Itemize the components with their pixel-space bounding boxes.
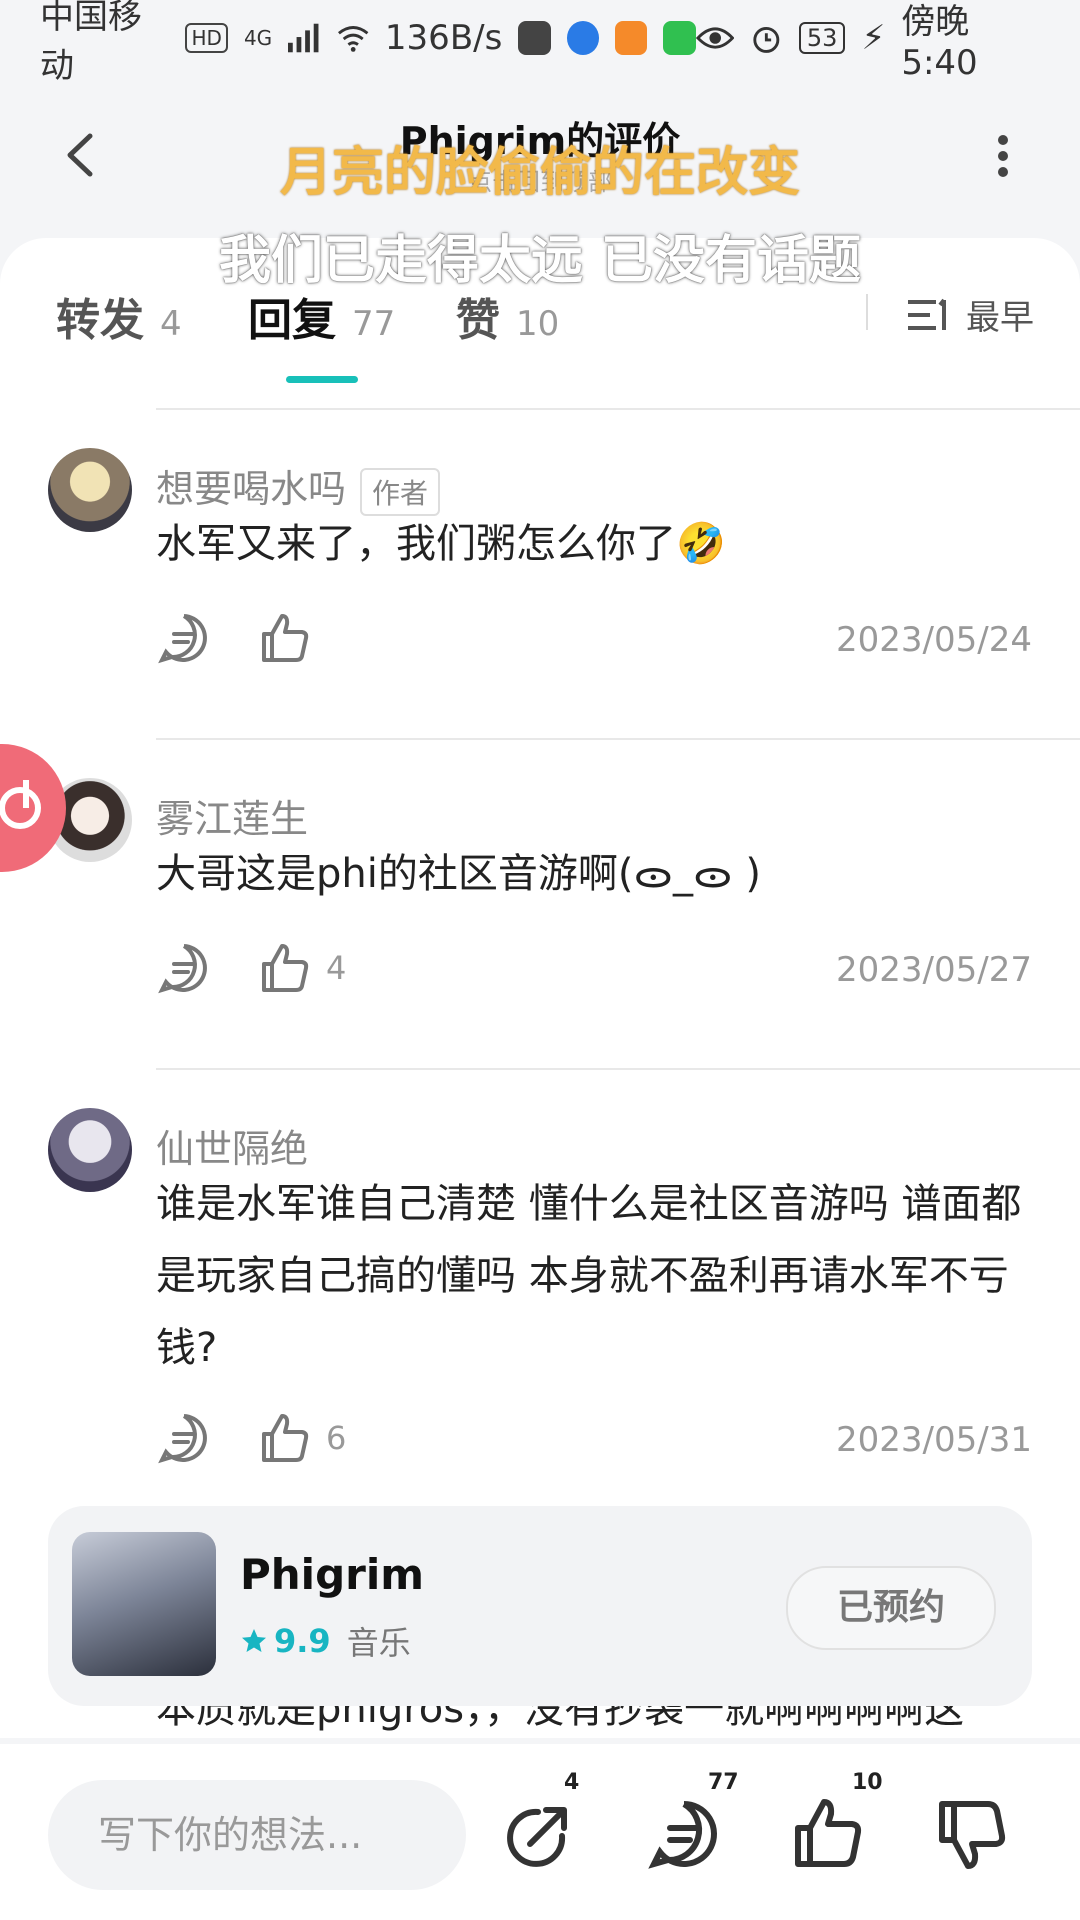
tab-replies[interactable]: 回复 77 bbox=[248, 284, 395, 348]
sort-label: 最早 bbox=[966, 298, 1034, 338]
reply-button[interactable] bbox=[156, 940, 212, 996]
thumbs-up-icon bbox=[262, 944, 309, 992]
comment-date: 2023/05/27 bbox=[836, 950, 1032, 990]
rating-value: 9.9 bbox=[274, 1622, 331, 1660]
comment-actions: 6 bbox=[156, 1408, 390, 1468]
game-rating: 9.9 bbox=[240, 1622, 331, 1660]
thumbs-up-icon bbox=[262, 1414, 309, 1462]
reply-bubble-icon bbox=[158, 1414, 207, 1464]
tab-label: 赞 bbox=[456, 295, 500, 346]
like-total-button[interactable]: 10 bbox=[788, 1770, 883, 1874]
browser-icon bbox=[566, 21, 600, 55]
comment-text: 大哥这是phi的社区音游啊(ᯣ_ᯣ ) bbox=[156, 851, 761, 897]
avatar[interactable] bbox=[48, 1108, 132, 1192]
like-total-count: 10 bbox=[852, 1770, 883, 1795]
signal-icon bbox=[288, 23, 319, 53]
comment-username[interactable]: 仙世隔绝 bbox=[156, 1118, 308, 1173]
active-tab-indicator bbox=[286, 376, 358, 383]
wifi-icon bbox=[337, 26, 368, 52]
tab-count: 10 bbox=[516, 304, 560, 344]
dislike-button[interactable] bbox=[932, 1794, 1012, 1874]
music-widget-icon bbox=[0, 780, 41, 829]
tab-count: 77 bbox=[352, 304, 396, 344]
comment-date: 2023/05/24 bbox=[836, 620, 1032, 660]
like-button[interactable]: 6 bbox=[256, 1410, 346, 1466]
divider bbox=[156, 408, 1080, 410]
reply-bubble-icon bbox=[158, 614, 207, 664]
battery-indicator: 53 bbox=[798, 22, 846, 54]
game-info-card[interactable]: Phigrim 9.9 音乐 已预约 bbox=[48, 1506, 1032, 1706]
reply-button[interactable] bbox=[156, 1410, 212, 1466]
comment-button[interactable]: 77 bbox=[644, 1770, 739, 1874]
net-speed-label: 136B/s bbox=[384, 18, 503, 58]
sort-divider bbox=[866, 294, 868, 330]
reply-bubble-icon bbox=[158, 944, 207, 994]
like-button[interactable]: 4 bbox=[256, 940, 346, 996]
like-button[interactable] bbox=[256, 610, 326, 666]
status-bar: 中国移动 HD 4G 136B/s 53 ⚡ 傍晚5:40 bbox=[0, 0, 1080, 86]
eye-icon bbox=[695, 27, 735, 49]
comment-actions bbox=[156, 608, 370, 668]
hd-badge: HD bbox=[185, 23, 228, 53]
clock-label: 傍晚5:40 bbox=[901, 1, 978, 83]
bottom-action-bar: 写下你的想法... 4 77 10 bbox=[0, 1744, 1080, 1920]
sort-button[interactable]: 最早 bbox=[908, 290, 1034, 339]
divider bbox=[156, 738, 1080, 740]
reply-button[interactable] bbox=[156, 610, 212, 666]
thumbs-up-icon bbox=[262, 614, 309, 662]
lyric-line-2: 我们已走得太远 已没有话题 bbox=[218, 231, 862, 291]
like-count: 4 bbox=[326, 949, 347, 987]
comment-username[interactable]: 雾江莲生 bbox=[156, 788, 308, 843]
comment-username[interactable]: 想要喝水吗 作者 bbox=[156, 458, 441, 516]
share-icon bbox=[507, 1807, 567, 1867]
star-icon bbox=[242, 1629, 266, 1652]
charging-icon: ⚡ bbox=[861, 18, 886, 58]
avatar[interactable] bbox=[48, 448, 132, 532]
thumbs-down-icon bbox=[939, 1801, 1006, 1869]
tab-count: 4 bbox=[160, 304, 182, 344]
tab-reposts[interactable]: 转发 4 bbox=[56, 284, 182, 348]
huawei-appgallery-icon bbox=[518, 21, 551, 55]
network-label: 4G bbox=[243, 26, 273, 50]
divider bbox=[156, 1068, 1080, 1070]
reserved-button[interactable]: 已预约 bbox=[786, 1566, 996, 1650]
lyric-line-1: 月亮的脸偷偷的在改变 bbox=[279, 143, 800, 203]
thumbs-up-icon bbox=[795, 1799, 862, 1867]
comment-date: 2023/05/31 bbox=[836, 1420, 1032, 1460]
video-icon bbox=[615, 21, 648, 55]
tab-likes[interactable]: 赞 10 bbox=[456, 284, 559, 348]
share-button[interactable]: 4 bbox=[500, 1770, 580, 1874]
carrier-label: 中国移动 bbox=[40, 0, 142, 86]
comment-text: 水军又来了，我们粥怎么你了🤣 bbox=[156, 521, 726, 567]
comment-bubble-icon bbox=[648, 1801, 717, 1869]
game-category: 音乐 bbox=[346, 1624, 411, 1662]
share-count: 4 bbox=[564, 1770, 580, 1795]
comment-actions: 4 bbox=[156, 938, 390, 998]
tab-label: 回复 bbox=[248, 295, 336, 346]
comment-input[interactable]: 写下你的想法... bbox=[48, 1780, 466, 1890]
comment-count: 77 bbox=[708, 1770, 739, 1795]
tab-label: 转发 bbox=[56, 295, 144, 346]
like-count: 6 bbox=[326, 1419, 347, 1457]
alarm-icon bbox=[753, 26, 780, 53]
game-icon[interactable] bbox=[72, 1532, 216, 1676]
game-meta: 9.9 音乐 bbox=[240, 1618, 411, 1664]
game-name: Phigrim bbox=[240, 1550, 425, 1599]
sort-icon bbox=[908, 298, 946, 330]
message-icon bbox=[663, 21, 696, 55]
comment-text: 谁是水军谁自己清楚 懂什么是社区音游吗 谱面都是玩家自己搞的懂吗 本身就不盈利再… bbox=[156, 1181, 1022, 1371]
